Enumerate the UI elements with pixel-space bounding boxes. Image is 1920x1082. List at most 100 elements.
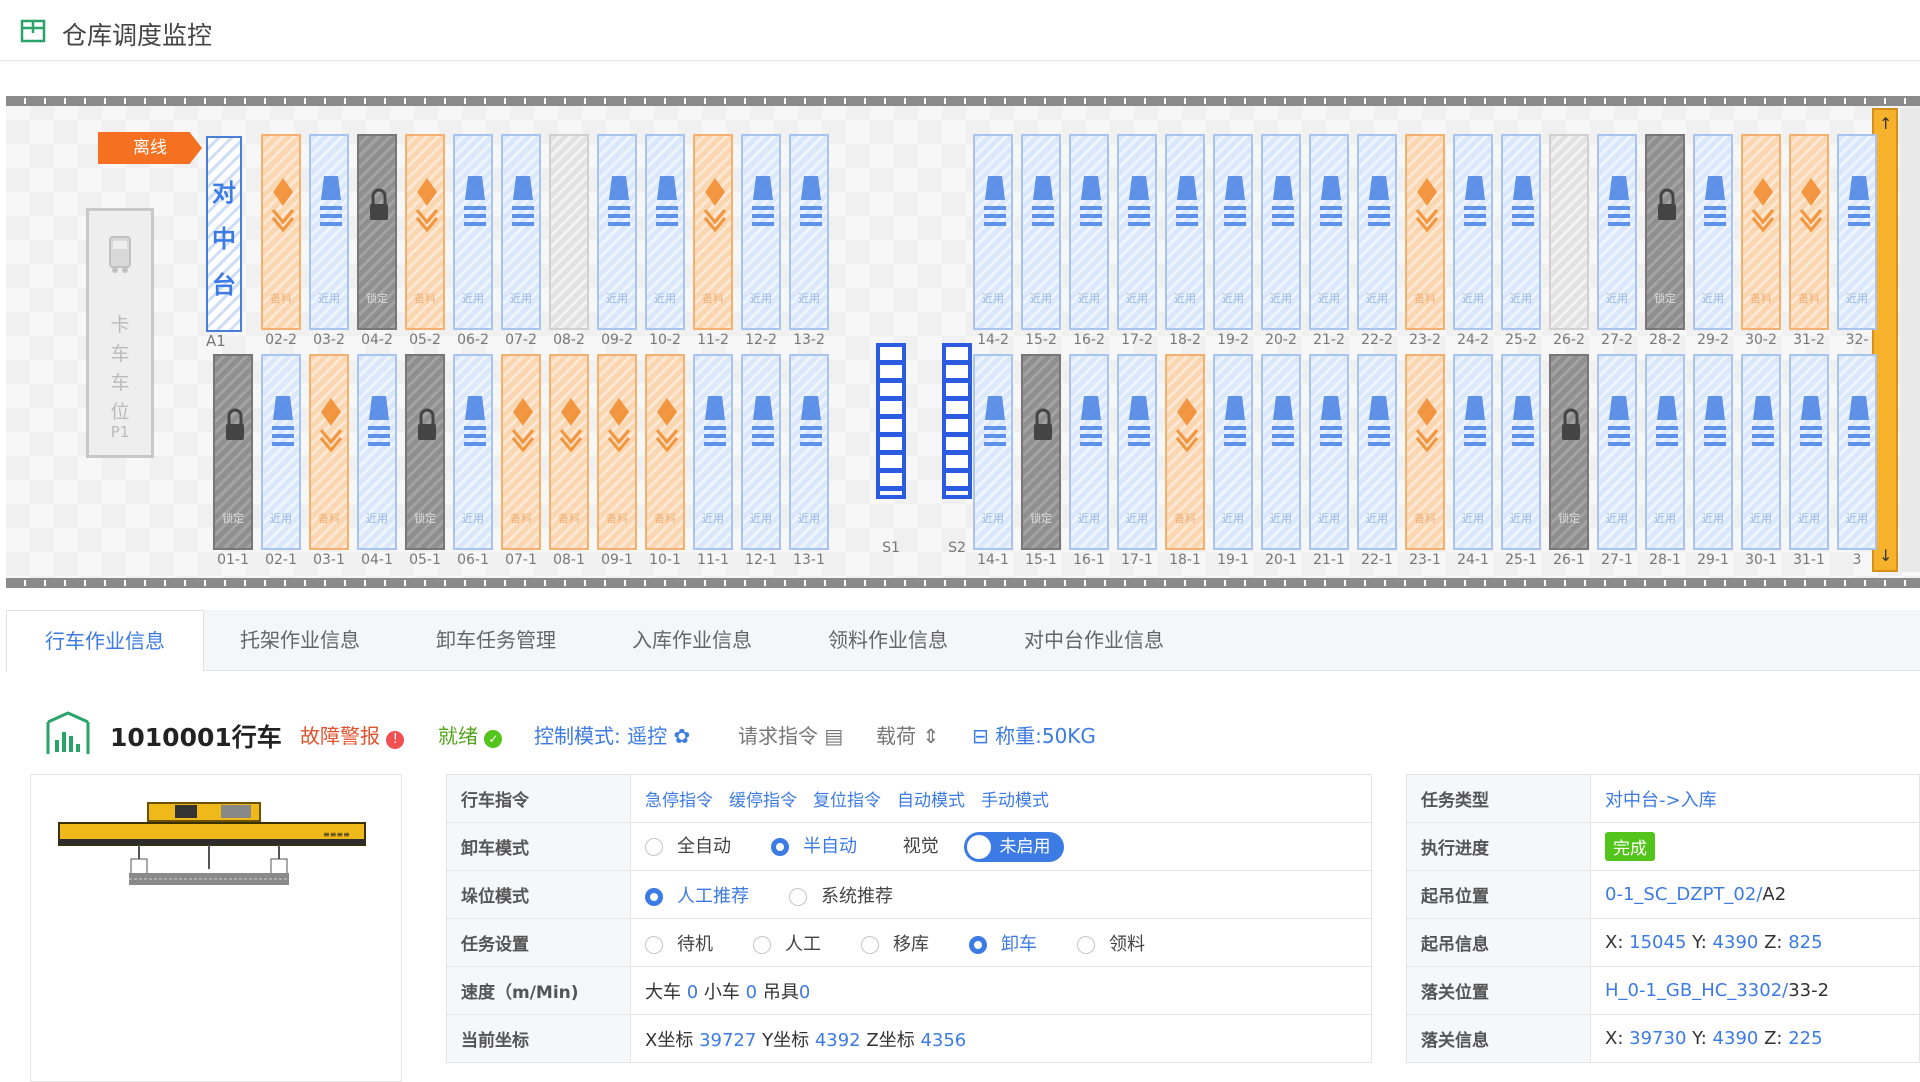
storage-slot-05-1[interactable]: 锁定: [405, 354, 445, 550]
request-command[interactable]: 请求指令 ▤: [738, 720, 843, 749]
storage-slot-21-2[interactable]: 近用: [1309, 134, 1349, 330]
command-link[interactable]: 急停指令: [645, 791, 713, 811]
storage-slot-05-2[interactable]: 备料: [405, 134, 445, 330]
storage-slot-3[interactable]: 近用: [1837, 354, 1877, 550]
storage-slot-20-1[interactable]: 近用: [1261, 354, 1301, 550]
storage-slot-20-2[interactable]: 近用: [1261, 134, 1301, 330]
storage-slot-22-2[interactable]: 近用: [1357, 134, 1397, 330]
storage-slot-26-1[interactable]: 锁定: [1549, 354, 1589, 550]
command-link[interactable]: 手动模式: [981, 791, 1049, 811]
storage-slot-07-2[interactable]: 近用: [501, 134, 541, 330]
storage-slot-30-1[interactable]: 近用: [1741, 354, 1781, 550]
truck-bay[interactable]: 卡车车位 P1: [86, 208, 154, 458]
storage-slot-06-2[interactable]: 近用: [453, 134, 493, 330]
storage-slot-15-1[interactable]: 锁定: [1021, 354, 1061, 550]
storage-slot-12-2[interactable]: 近用: [741, 134, 781, 330]
slot-status: 近用: [1078, 292, 1100, 305]
command-link[interactable]: 复位指令: [813, 791, 881, 811]
storage-slot-26-2[interactable]: [1549, 134, 1589, 330]
storage-slot-31-1[interactable]: 近用: [1789, 354, 1829, 550]
storage-slot-02-1[interactable]: 近用: [261, 354, 301, 550]
storage-slot-29-2[interactable]: 近用: [1693, 134, 1733, 330]
storage-slot-06-1[interactable]: 近用: [453, 354, 493, 550]
rack-s2[interactable]: [942, 343, 972, 499]
storage-slot-10-1[interactable]: 备料: [645, 354, 685, 550]
storage-slot-04-2[interactable]: 锁定: [357, 134, 397, 330]
drop-position-link[interactable]: H_0-1_GB_HC_3302/: [1605, 980, 1788, 1001]
storage-slot-07-1[interactable]: 备料: [501, 354, 541, 550]
storage-slot-27-1[interactable]: 近用: [1597, 354, 1637, 550]
lift-position-slot: A2: [1762, 884, 1787, 905]
storage-slot-29-1[interactable]: 近用: [1693, 354, 1733, 550]
task-setting-radio[interactable]: 移库: [861, 930, 929, 956]
material-slot-icon: [1175, 398, 1199, 453]
lift-position-link[interactable]: 0-1_SC_DZPT_02/: [1605, 884, 1762, 905]
storage-slot-08-2[interactable]: [549, 134, 589, 330]
stack-mode-radio[interactable]: 人工推荐: [645, 882, 749, 908]
storage-slot-14-1[interactable]: 近用: [973, 354, 1013, 550]
storage-slot-23-2[interactable]: 备料: [1405, 134, 1445, 330]
command-link[interactable]: 缓停指令: [729, 791, 797, 811]
slot-label: 26-2: [1553, 332, 1585, 348]
unload-mode-radio[interactable]: 半自动: [771, 832, 857, 858]
storage-slot-17-1[interactable]: 近用: [1117, 354, 1157, 550]
center-table[interactable]: 对中台: [206, 136, 242, 332]
storage-slot-02-2[interactable]: 备料: [261, 134, 301, 330]
task-setting-radio[interactable]: 待机: [645, 930, 713, 956]
task-setting-radio[interactable]: 卸车: [969, 930, 1037, 956]
tab-4[interactable]: 入库作业信息: [594, 610, 790, 670]
vision-toggle[interactable]: 未启用: [964, 831, 1065, 862]
storage-slot-15-2[interactable]: 近用: [1021, 134, 1061, 330]
storage-slot-19-2[interactable]: 近用: [1213, 134, 1253, 330]
storage-slot-01-1[interactable]: 锁定: [213, 354, 253, 550]
task-setting-radio[interactable]: 人工: [753, 930, 821, 956]
storage-slot-14-2[interactable]: 近用: [973, 134, 1013, 330]
storage-slot-22-1[interactable]: 近用: [1357, 354, 1397, 550]
storage-slot-21-1[interactable]: 近用: [1309, 354, 1349, 550]
tab-2[interactable]: 托架作业信息: [202, 610, 398, 670]
tab-6[interactable]: 对中台作业信息: [986, 610, 1202, 670]
fault-alarm[interactable]: 故障警报 !: [300, 720, 405, 749]
unload-mode-radio[interactable]: 全自动: [645, 832, 731, 858]
storage-slot-25-1[interactable]: 近用: [1501, 354, 1541, 550]
storage-slot-18-2[interactable]: 近用: [1165, 134, 1205, 330]
storage-slot-04-1[interactable]: 近用: [357, 354, 397, 550]
storage-slot-28-2[interactable]: 锁定: [1645, 134, 1685, 330]
storage-slot-08-1[interactable]: 备料: [549, 354, 589, 550]
rack-s1[interactable]: [876, 343, 906, 499]
storage-slot-13-1[interactable]: 近用: [789, 354, 829, 550]
storage-slot-03-1[interactable]: 备料: [309, 354, 349, 550]
stack-mode-radio[interactable]: 系统推荐: [789, 882, 893, 908]
task-setting-radio[interactable]: 领料: [1077, 930, 1145, 956]
storage-slot-11-2[interactable]: 备料: [693, 134, 733, 330]
tab-5[interactable]: 领料作业信息: [790, 610, 986, 670]
storage-slot-28-1[interactable]: 近用: [1645, 354, 1685, 550]
storage-slot-30-2[interactable]: 备料: [1741, 134, 1781, 330]
storage-slot-16-1[interactable]: 近用: [1069, 354, 1109, 550]
storage-slot-23-1[interactable]: 备料: [1405, 354, 1445, 550]
storage-slot-13-2[interactable]: 近用: [789, 134, 829, 330]
control-mode[interactable]: 控制模式: 遥控 ✿: [534, 720, 690, 749]
storage-slot-27-2[interactable]: 近用: [1597, 134, 1637, 330]
storage-slot-32-[interactable]: 近用: [1837, 134, 1877, 330]
storage-slot-09-1[interactable]: 备料: [597, 354, 637, 550]
storage-slot-12-1[interactable]: 近用: [741, 354, 781, 550]
storage-slot-16-2[interactable]: 近用: [1069, 134, 1109, 330]
empty-slot-icon: [608, 176, 630, 226]
load-sort[interactable]: 载荷 ⇕: [876, 720, 939, 749]
storage-slot-11-1[interactable]: 近用: [693, 354, 733, 550]
storage-slot-09-2[interactable]: 近用: [597, 134, 637, 330]
storage-slot-19-1[interactable]: 近用: [1213, 354, 1253, 550]
storage-slot-03-2[interactable]: 近用: [309, 134, 349, 330]
storage-slot-17-2[interactable]: 近用: [1117, 134, 1157, 330]
storage-slot-25-2[interactable]: 近用: [1501, 134, 1541, 330]
storage-slot-24-2[interactable]: 近用: [1453, 134, 1493, 330]
storage-slot-18-1[interactable]: 备料: [1165, 354, 1205, 550]
tab-3[interactable]: 卸车任务管理: [398, 610, 594, 670]
tab-1[interactable]: 行车作业信息: [6, 610, 204, 672]
storage-slot-10-2[interactable]: 近用: [645, 134, 685, 330]
storage-slot-31-2[interactable]: 备料: [1789, 134, 1829, 330]
command-link[interactable]: 自动模式: [897, 791, 965, 811]
material-slot-icon: [271, 178, 295, 233]
storage-slot-24-1[interactable]: 近用: [1453, 354, 1493, 550]
